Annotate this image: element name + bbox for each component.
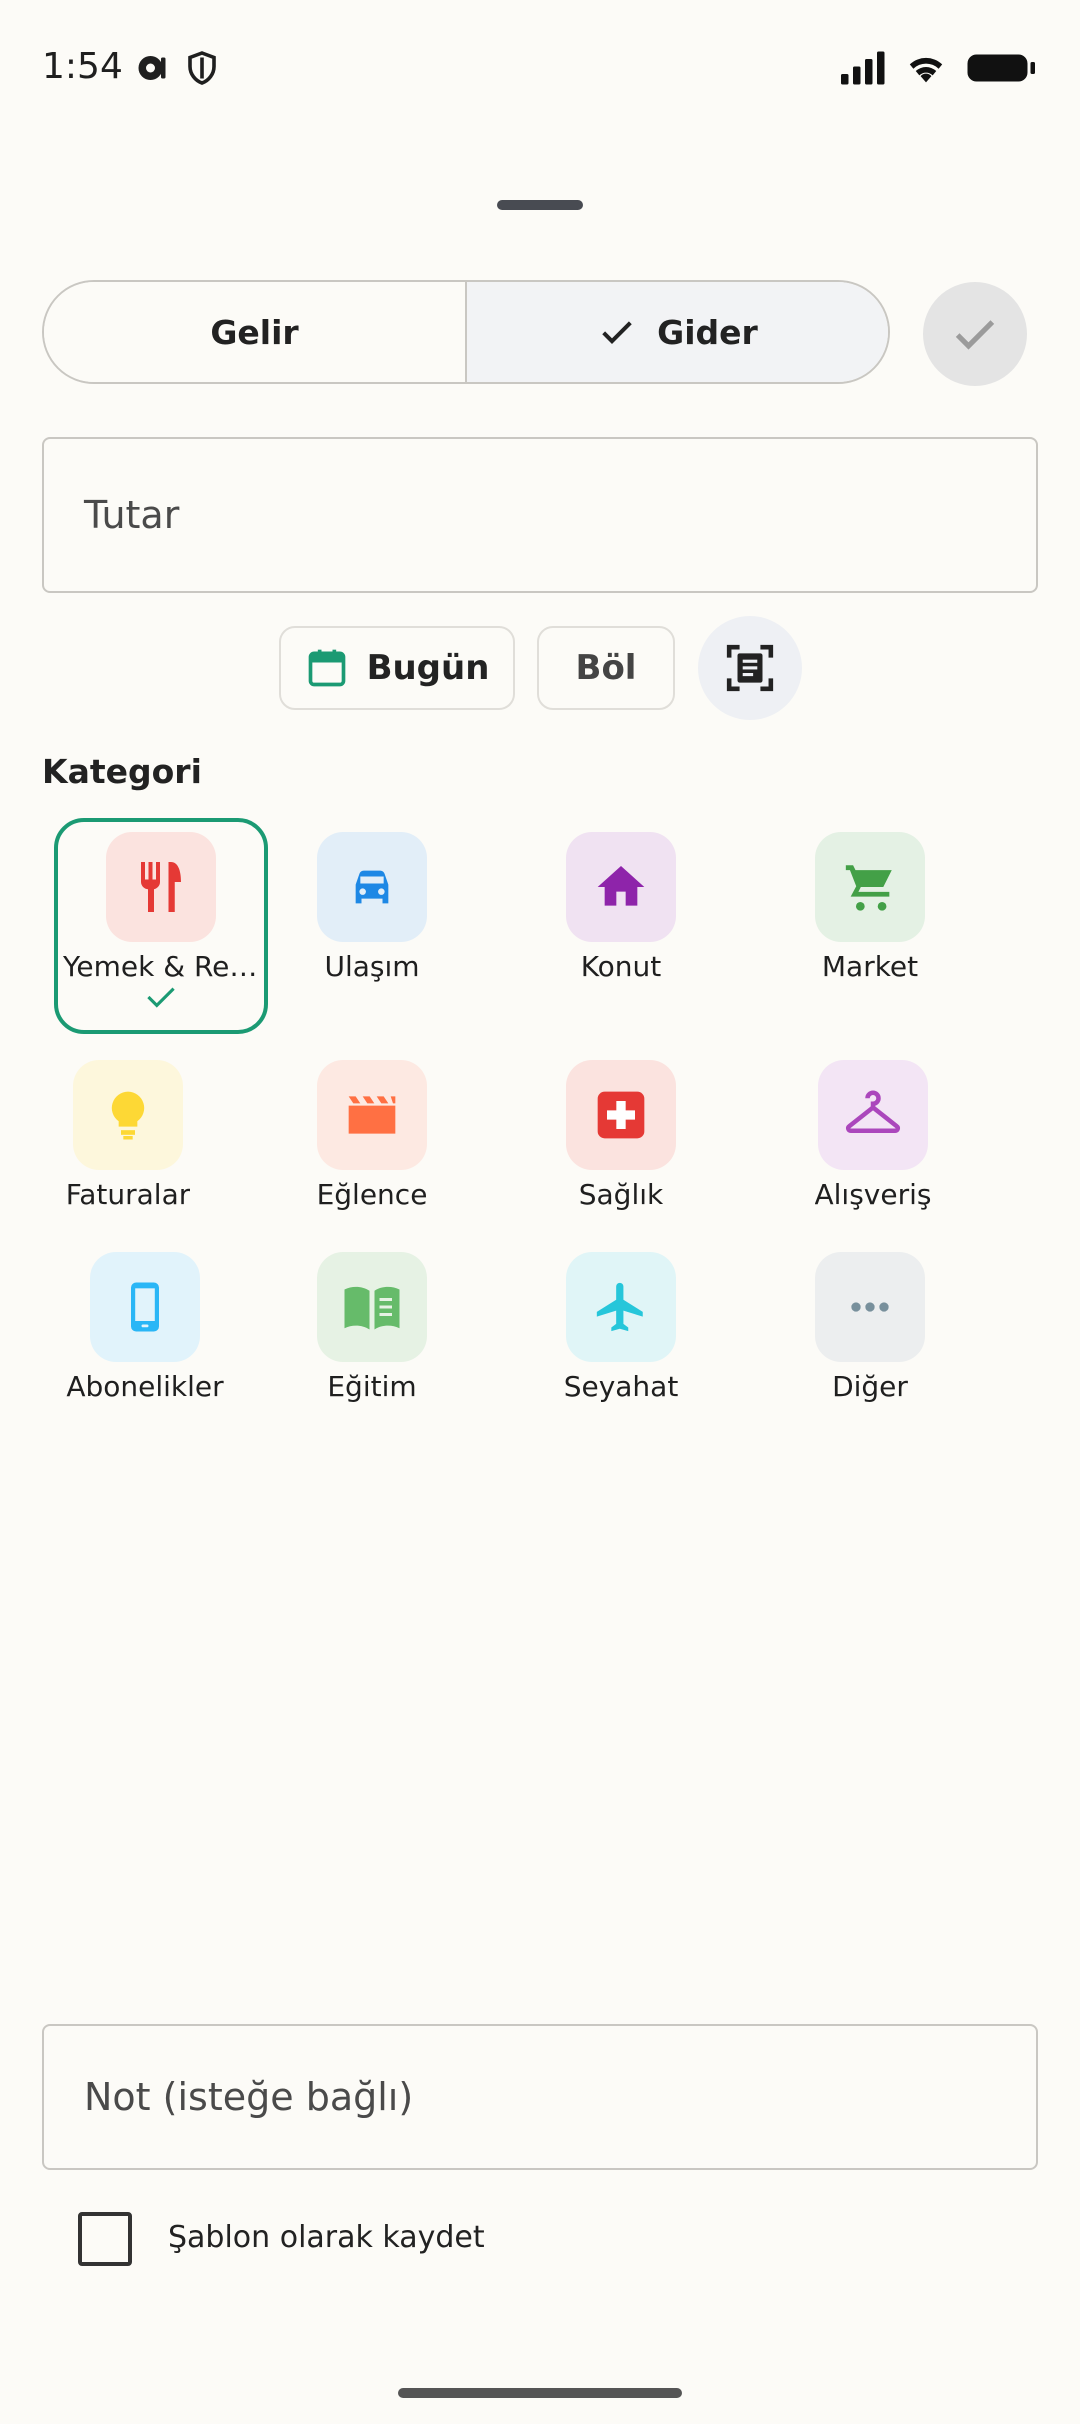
category-label: Konut xyxy=(580,950,662,983)
check-icon xyxy=(955,320,995,350)
category-label: Ulaşım xyxy=(324,950,420,983)
category-tile xyxy=(90,1252,200,1362)
split-label: Böl xyxy=(575,648,637,688)
category-label: Eğlence xyxy=(316,1178,428,1211)
phone-icon xyxy=(131,1282,159,1332)
category-tile xyxy=(317,1252,427,1362)
category-travel[interactable]: Seyahat xyxy=(514,1252,728,1403)
note-placeholder: Not (isteğe bağlı) xyxy=(84,2075,414,2119)
category-shopping[interactable]: Alışveriş xyxy=(766,1060,980,1211)
category-tile xyxy=(317,1060,427,1170)
category-tile xyxy=(566,1060,676,1170)
calendar-icon xyxy=(308,649,345,687)
category-label: Seyahat xyxy=(563,1370,679,1403)
date-label: Bugün xyxy=(366,648,490,688)
category-label: Abonelikler xyxy=(66,1370,224,1403)
category-tile xyxy=(566,1252,676,1362)
expense-option[interactable]: Gider xyxy=(465,282,888,382)
battery-icon xyxy=(967,54,1035,82)
cart-icon xyxy=(845,865,892,911)
category-food[interactable]: Yemek & Restoran xyxy=(54,818,268,1034)
amount-placeholder: Tutar xyxy=(84,493,180,537)
category-label: Alışveriş xyxy=(814,1178,932,1211)
date-button[interactable]: Bugün xyxy=(279,626,515,710)
category-label: Sağlık xyxy=(578,1178,664,1211)
category-tile xyxy=(73,1060,183,1170)
category-health[interactable]: Sağlık xyxy=(514,1060,728,1211)
status-time: 1:54 xyxy=(42,46,123,87)
signal-icon xyxy=(841,51,885,85)
category-housing[interactable]: Konut xyxy=(514,832,728,983)
category-transport[interactable]: Ulaşım xyxy=(265,832,479,983)
more-dots-icon xyxy=(851,1302,889,1312)
split-button[interactable]: Böl xyxy=(537,626,675,710)
category-education[interactable]: Eğitim xyxy=(265,1252,479,1403)
category-label: Market xyxy=(821,950,919,983)
wifi-icon xyxy=(909,57,943,83)
category-other[interactable]: Diğer xyxy=(763,1252,977,1403)
book-icon xyxy=(344,1286,400,1330)
category-tile xyxy=(317,832,427,942)
status-icons-left xyxy=(134,50,220,86)
confirm-button[interactable] xyxy=(923,282,1027,386)
hanger-icon xyxy=(846,1090,900,1133)
status-icons-right xyxy=(838,50,1038,86)
category-label: Yemek & Restoran xyxy=(63,950,259,983)
drag-handle[interactable] xyxy=(497,200,583,210)
clapperboard-icon xyxy=(348,1096,396,1134)
category-tile xyxy=(815,832,925,942)
category-tile xyxy=(815,1252,925,1362)
amount-input[interactable]: Tutar xyxy=(42,437,1038,593)
car-icon xyxy=(355,870,389,904)
airplane-icon xyxy=(596,1282,643,1332)
medical-icon xyxy=(597,1091,645,1139)
category-bills[interactable]: Faturalar xyxy=(21,1060,235,1211)
category-label: Faturalar xyxy=(65,1178,191,1211)
save-template-checkbox[interactable] xyxy=(78,2212,132,2266)
category-tile xyxy=(566,832,676,942)
income-label: Gelir xyxy=(210,312,299,352)
lightbulb-icon xyxy=(111,1091,145,1140)
category-label: Eğitim xyxy=(327,1370,417,1403)
category-subscriptions[interactable]: Abonelikler xyxy=(38,1252,252,1403)
category-entertainment[interactable]: Eğlence xyxy=(265,1060,479,1211)
check-icon xyxy=(602,321,632,344)
category-market[interactable]: Market xyxy=(763,832,977,983)
notification-icon xyxy=(138,56,166,80)
fork-knife-icon xyxy=(141,862,181,912)
scan-receipt-icon xyxy=(726,644,774,692)
save-template-label: Şablon olarak kaydet xyxy=(168,2220,485,2255)
category-section-title: Kategori xyxy=(42,752,202,791)
note-input[interactable]: Not (isteğe bağlı) xyxy=(42,2024,1038,2170)
home-icon xyxy=(597,866,645,906)
scan-receipt-button[interactable] xyxy=(698,616,802,720)
category-tile xyxy=(818,1060,928,1170)
category-tile xyxy=(106,832,216,942)
home-indicator[interactable] xyxy=(398,2388,682,2398)
selected-check-icon xyxy=(147,987,175,1008)
type-toggle: Gelir Gider xyxy=(42,280,890,384)
shield-icon xyxy=(188,51,216,85)
income-option[interactable]: Gelir xyxy=(44,282,465,382)
expense-label: Gider xyxy=(657,312,758,352)
category-label: Diğer xyxy=(832,1370,908,1403)
